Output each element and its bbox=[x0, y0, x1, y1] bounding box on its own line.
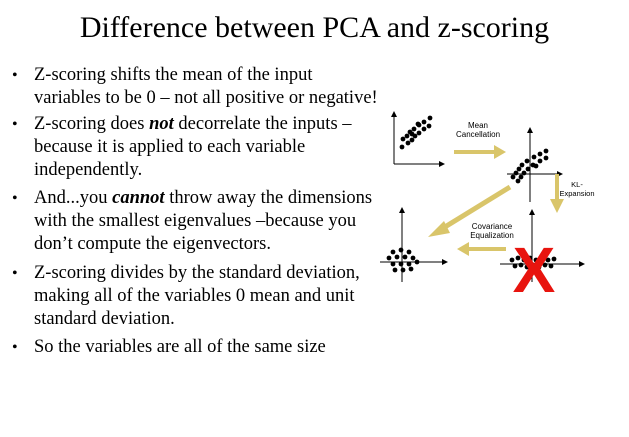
data-point bbox=[525, 166, 531, 172]
label-kl-line2: Expansion bbox=[559, 189, 594, 198]
data-point bbox=[519, 162, 525, 168]
covariance-equalization-arrowhead bbox=[457, 242, 469, 256]
data-point bbox=[521, 170, 527, 176]
bullet-dot-icon: • bbox=[12, 190, 18, 207]
label-cov-line1: Covariance bbox=[472, 222, 513, 231]
data-point bbox=[394, 254, 400, 260]
plot-original bbox=[391, 111, 445, 167]
data-point bbox=[524, 158, 530, 164]
data-point bbox=[392, 267, 398, 273]
data-point bbox=[537, 158, 543, 164]
bullet-dot-icon: • bbox=[12, 116, 18, 133]
data-point bbox=[516, 166, 522, 172]
data-point bbox=[518, 174, 524, 180]
label-mean-line2: Cancellation bbox=[456, 130, 500, 139]
data-point bbox=[531, 154, 537, 160]
data-cluster bbox=[386, 247, 420, 273]
data-point bbox=[390, 249, 396, 255]
bullet-list: • Z-scoring shifts the mean of the input … bbox=[12, 64, 382, 359]
data-point bbox=[409, 137, 415, 143]
label-mean-line1: Mean bbox=[468, 121, 488, 130]
data-point bbox=[406, 261, 412, 267]
data-point bbox=[427, 115, 433, 121]
data-point bbox=[410, 255, 416, 261]
bullet-text: Z-scoring divides by the standard deviat… bbox=[34, 263, 360, 329]
emphasis-text: not bbox=[149, 114, 174, 134]
data-point bbox=[533, 163, 539, 169]
bullet-text: Z-scoring does not decorrelate the input… bbox=[34, 114, 352, 180]
data-point bbox=[421, 126, 427, 132]
data-point bbox=[402, 254, 408, 260]
label-cov-line2: Equalization bbox=[470, 231, 514, 240]
slide-title: Difference between PCA and z-scoring bbox=[79, 11, 550, 44]
emphasis-text: cannot bbox=[112, 188, 165, 208]
bullet-text: And...you cannot throw away the dimensio… bbox=[34, 188, 373, 254]
data-point bbox=[515, 178, 521, 184]
data-point bbox=[409, 131, 415, 137]
data-point bbox=[400, 267, 406, 273]
bullet-item: • So the variables are all of the same si… bbox=[12, 336, 382, 359]
data-point bbox=[411, 126, 417, 132]
bullet-item: • And...you cannot throw away the dimensi… bbox=[12, 187, 382, 256]
bullet-text: So the variables are all of the same siz… bbox=[34, 337, 326, 357]
mean-cancellation-arrowhead bbox=[494, 145, 506, 159]
bullet-dot-icon: • bbox=[12, 67, 18, 84]
bullet-item: • Z-scoring does not decorrelate the inpu… bbox=[12, 113, 382, 182]
data-point bbox=[543, 155, 549, 161]
bullet-item: • Z-scoring divides by the standard devia… bbox=[12, 262, 382, 331]
cross-mark-icon: X bbox=[513, 234, 556, 294]
data-point bbox=[416, 130, 422, 136]
data-point bbox=[386, 255, 392, 261]
data-point bbox=[415, 121, 421, 127]
data-point bbox=[426, 123, 432, 129]
data-point bbox=[537, 151, 543, 157]
data-point bbox=[543, 148, 549, 154]
kl-expansion-arrowhead bbox=[550, 199, 564, 213]
data-point bbox=[408, 266, 414, 272]
data-point bbox=[399, 144, 405, 150]
data-point bbox=[406, 249, 412, 255]
data-point bbox=[398, 247, 404, 253]
data-point bbox=[398, 261, 404, 267]
pca-diagram: Mean Cancellation KL- Expansion Covarian… bbox=[380, 111, 595, 294]
data-point bbox=[405, 140, 411, 146]
data-point bbox=[510, 174, 516, 180]
plot-covariance-equalized bbox=[380, 207, 448, 282]
data-point bbox=[400, 136, 406, 142]
data-point bbox=[513, 170, 519, 176]
data-cluster bbox=[399, 115, 433, 150]
bullet-dot-icon: • bbox=[12, 339, 18, 356]
data-point bbox=[414, 259, 420, 265]
data-point bbox=[390, 261, 396, 267]
bullet-item: • Z-scoring shifts the mean of the input … bbox=[12, 64, 382, 110]
bullet-dot-icon: • bbox=[12, 265, 18, 282]
bullet-text: Z-scoring shifts the mean of the input v… bbox=[34, 65, 378, 108]
data-point bbox=[421, 119, 427, 125]
data-point bbox=[404, 133, 410, 139]
label-kl-line1: KL- bbox=[571, 180, 583, 189]
plot-mean-cancelled bbox=[507, 127, 563, 202]
